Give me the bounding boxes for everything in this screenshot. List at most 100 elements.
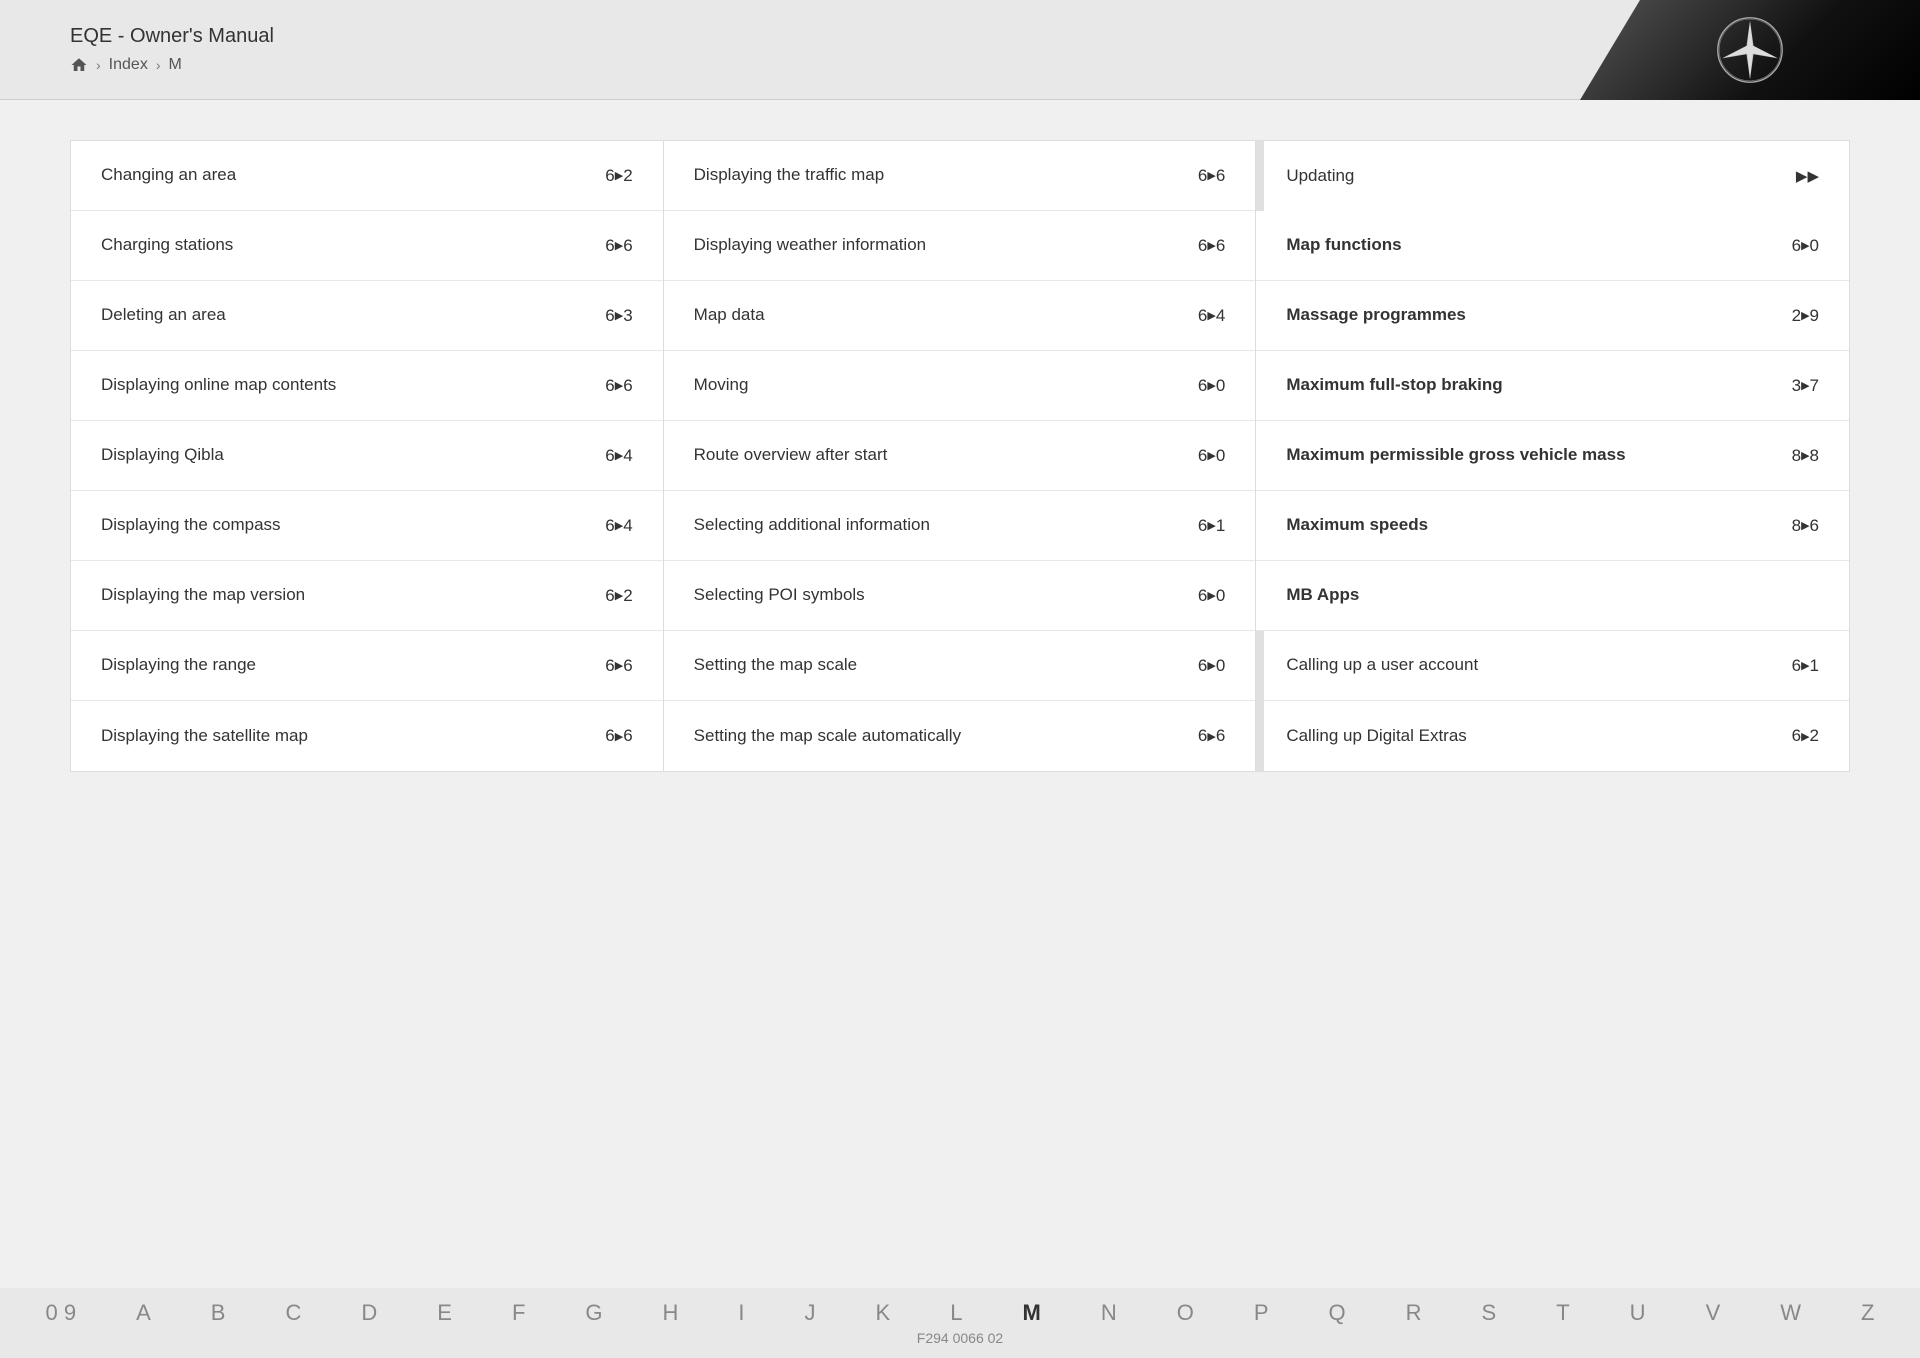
alpha-d[interactable]: D xyxy=(331,1300,407,1326)
row-page: 8▶8 xyxy=(1792,446,1819,466)
alpha-j[interactable]: J xyxy=(775,1300,846,1326)
list-item[interactable]: MB Apps xyxy=(1256,561,1849,631)
alphabet-nav: 0 9 A B C D E F G H I J K L M N O P Q R … xyxy=(0,1300,1920,1326)
alpha-f[interactable]: F xyxy=(482,1300,555,1326)
row-page: 8▶6 xyxy=(1792,516,1819,536)
list-item[interactable]: Displaying the satellite map 6▶6 xyxy=(71,701,663,771)
list-item[interactable]: Calling up a user account 6▶1 xyxy=(1264,631,1849,701)
home-icon[interactable] xyxy=(70,56,88,74)
breadcrumb-index[interactable]: Index xyxy=(109,56,148,74)
alpha-k[interactable]: K xyxy=(846,1300,921,1326)
list-item[interactable]: Maximum permissible gross vehicle mass 8… xyxy=(1256,421,1849,491)
breadcrumb-sep-2: › xyxy=(156,57,161,73)
alpha-p[interactable]: P xyxy=(1224,1300,1299,1326)
row-label: Updating xyxy=(1286,165,1786,187)
main-content: Changing an area 6▶2 Charging stations 6… xyxy=(0,100,1920,812)
alpha-a[interactable]: A xyxy=(106,1300,181,1326)
list-item[interactable]: Displaying the range 6▶6 xyxy=(71,631,663,701)
row-label: Map functions xyxy=(1286,234,1781,256)
list-item[interactable]: Displaying online map contents 6▶6 xyxy=(71,351,663,421)
row-label: Massage programmes xyxy=(1286,304,1781,326)
row-page: 6▶0 xyxy=(1198,586,1225,606)
footer: 0 9 A B C D E F G H I J K L M N O P Q R … xyxy=(0,1288,1920,1358)
row-label: Displaying weather information xyxy=(694,234,1188,256)
alpha-z[interactable]: Z xyxy=(1831,1300,1904,1326)
alpha-o[interactable]: O xyxy=(1147,1300,1224,1326)
row-page: 6▶6 xyxy=(605,236,632,256)
row-label: Calling up Digital Extras xyxy=(1286,725,1781,747)
list-item[interactable]: Charging stations 6▶6 xyxy=(71,211,663,281)
mercedes-logo xyxy=(1715,15,1785,85)
alpha-b[interactable]: B xyxy=(181,1300,256,1326)
row-page: 6▶2 xyxy=(605,166,632,186)
list-item[interactable]: Maximum speeds 8▶6 xyxy=(1256,491,1849,561)
list-item[interactable]: Displaying weather information 6▶6 xyxy=(664,211,1256,281)
list-item[interactable]: Displaying the map version 6▶2 xyxy=(71,561,663,631)
alpha-c[interactable]: C xyxy=(255,1300,331,1326)
list-item[interactable]: Selecting POI symbols 6▶0 xyxy=(664,561,1256,631)
list-item[interactable]: Changing an area 6▶2 xyxy=(71,141,663,211)
row-page: 6▶2 xyxy=(605,586,632,606)
row-page: 6▶0 xyxy=(1792,236,1819,256)
alpha-e[interactable]: E xyxy=(407,1300,482,1326)
alpha-n[interactable]: N xyxy=(1071,1300,1147,1326)
row-label: Charging stations xyxy=(101,234,595,256)
list-item[interactable]: Selecting additional information 6▶1 xyxy=(664,491,1256,561)
list-item[interactable]: Deleting an area 6▶3 xyxy=(71,281,663,351)
alpha-l[interactable]: L xyxy=(920,1300,992,1326)
row-label: Displaying the compass xyxy=(101,514,595,536)
row-label: Displaying Qibla xyxy=(101,444,595,466)
alpha-i[interactable]: I xyxy=(708,1300,774,1326)
row-label: MB Apps xyxy=(1286,584,1809,606)
row-page: 6▶4 xyxy=(605,516,632,536)
row-label: Maximum full-stop braking xyxy=(1286,374,1781,396)
alpha-s[interactable]: S xyxy=(1452,1300,1527,1326)
document-code: F294 0066 02 xyxy=(917,1330,1003,1346)
list-item[interactable]: Map data 6▶4 xyxy=(664,281,1256,351)
list-item[interactable]: Moving 6▶0 xyxy=(664,351,1256,421)
list-item[interactable]: Map functions 6▶0 xyxy=(1256,211,1849,281)
document-title: EQE - Owner's Manual xyxy=(70,25,274,48)
row-page: 6▶1 xyxy=(1792,656,1819,676)
row-label: Maximum speeds xyxy=(1286,514,1781,536)
row-label: Maximum permissible gross vehicle mass xyxy=(1286,444,1781,466)
row-label: Calling up a user account xyxy=(1286,654,1781,676)
list-item[interactable]: Setting the map scale automatically 6▶6 xyxy=(664,701,1256,771)
alpha-09[interactable]: 0 9 xyxy=(16,1300,107,1326)
alpha-h[interactable]: H xyxy=(633,1300,709,1326)
row-page: ▶▶ xyxy=(1796,167,1819,185)
row-label: Changing an area xyxy=(101,164,595,186)
alpha-t[interactable]: T xyxy=(1526,1300,1599,1326)
row-label: Displaying online map contents xyxy=(101,374,595,396)
list-item[interactable]: Calling up Digital Extras 6▶2 xyxy=(1264,701,1849,771)
breadcrumb: › Index › M xyxy=(70,56,274,74)
alpha-w[interactable]: W xyxy=(1750,1300,1831,1326)
alpha-g[interactable]: G xyxy=(555,1300,632,1326)
alpha-v[interactable]: V xyxy=(1676,1300,1751,1326)
alpha-r[interactable]: R xyxy=(1376,1300,1452,1326)
alpha-q[interactable]: Q xyxy=(1299,1300,1376,1326)
row-label: Deleting an area xyxy=(101,304,595,326)
row-page: 6▶6 xyxy=(605,656,632,676)
row-page: 6▶1 xyxy=(1198,516,1225,536)
list-item[interactable]: Updating ▶▶ xyxy=(1264,141,1849,211)
list-item[interactable]: Maximum full-stop braking 3▶7 xyxy=(1256,351,1849,421)
row-label: Moving xyxy=(694,374,1188,396)
row-page: 6▶4 xyxy=(605,446,632,466)
list-item[interactable]: Displaying Qibla 6▶4 xyxy=(71,421,663,491)
row-label: Setting the map scale automatically xyxy=(694,725,1188,747)
logo-area xyxy=(1580,0,1920,100)
list-item[interactable]: Route overview after start 6▶0 xyxy=(664,421,1256,491)
alpha-u[interactable]: U xyxy=(1600,1300,1676,1326)
list-item[interactable]: Massage programmes 2▶9 xyxy=(1256,281,1849,351)
alpha-m[interactable]: M xyxy=(992,1300,1070,1326)
list-item[interactable]: Displaying the traffic map 6▶6 xyxy=(664,141,1256,211)
column-1: Changing an area 6▶2 Charging stations 6… xyxy=(71,141,664,771)
list-item[interactable]: Displaying the compass 6▶4 xyxy=(71,491,663,561)
row-page: 6▶0 xyxy=(1198,446,1225,466)
row-page: 6▶6 xyxy=(605,726,632,746)
header: EQE - Owner's Manual › Index › M xyxy=(0,0,1920,100)
row-label: Setting the map scale xyxy=(694,654,1188,676)
row-label: Route overview after start xyxy=(694,444,1188,466)
list-item[interactable]: Setting the map scale 6▶0 xyxy=(664,631,1256,701)
